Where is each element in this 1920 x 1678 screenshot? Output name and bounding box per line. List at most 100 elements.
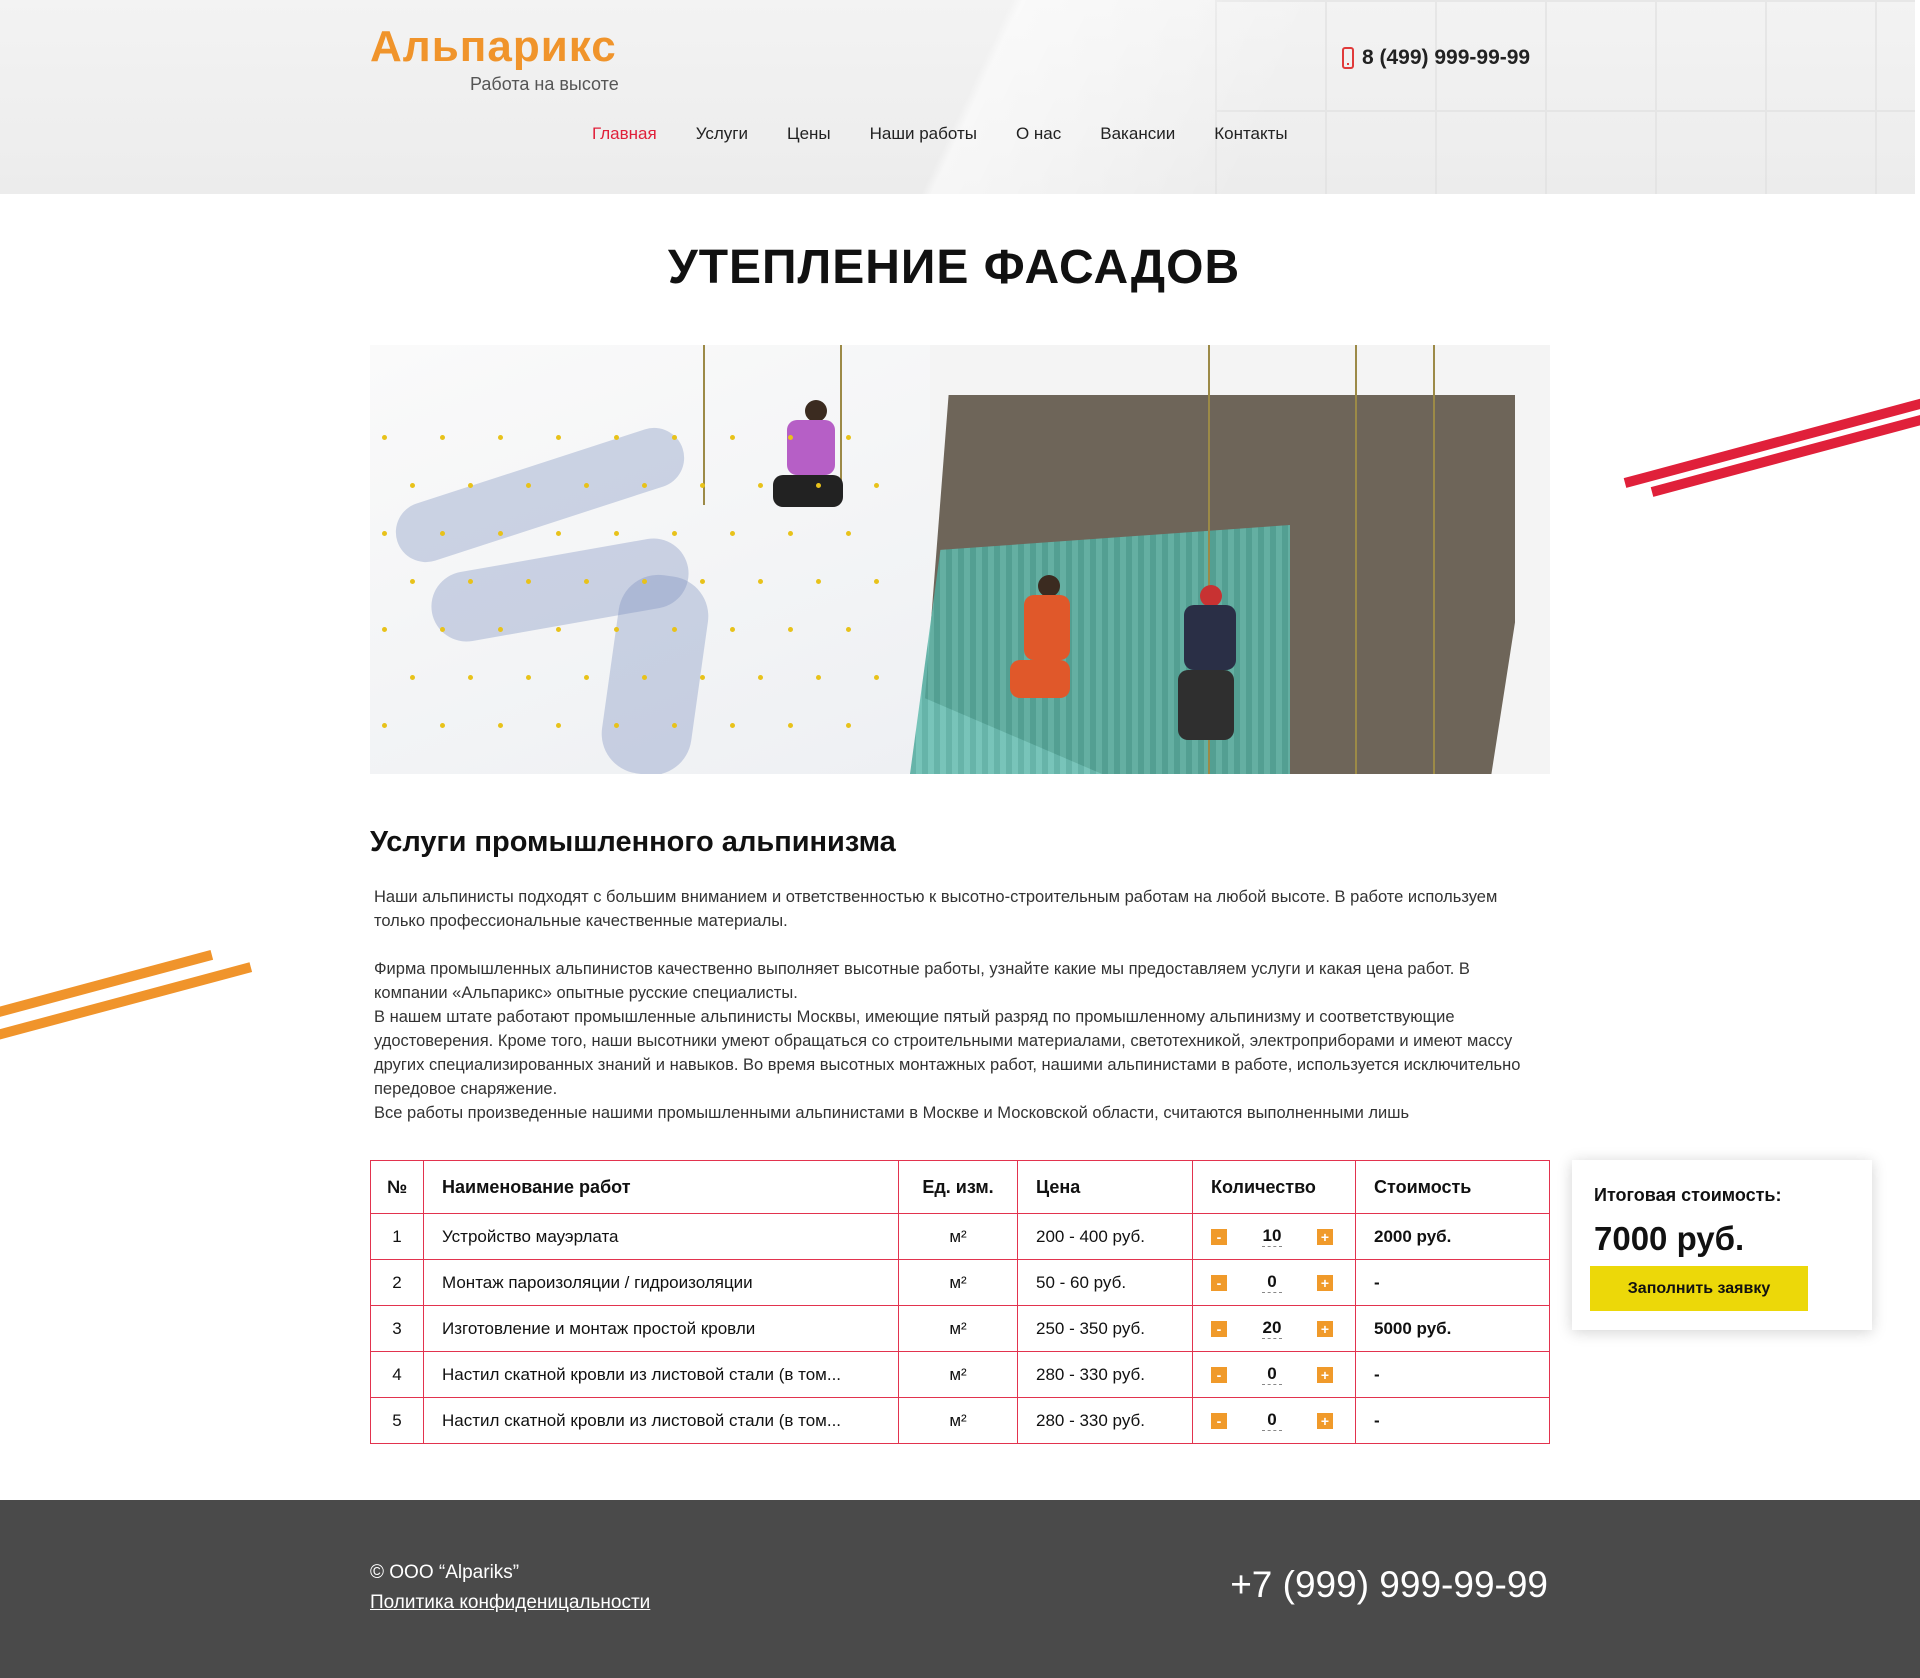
dowel-dot xyxy=(788,435,793,440)
dowel-dot xyxy=(614,627,619,632)
row-cost: - xyxy=(1355,1397,1550,1444)
increment-button[interactable]: + xyxy=(1317,1412,1333,1429)
quantity-value[interactable]: 0 xyxy=(1262,1410,1282,1431)
decrement-button[interactable]: - xyxy=(1211,1274,1227,1291)
logo-tagline: Работа на высоте xyxy=(470,74,619,94)
hero-worker-head xyxy=(1038,575,1060,597)
row-price: 280 - 330 руб. xyxy=(1017,1397,1193,1444)
footer-phone[interactable]: +7 (999) 999-99-99 xyxy=(1230,1564,1548,1606)
row-number: 2 xyxy=(370,1259,424,1306)
column-header-number: № xyxy=(370,1160,424,1214)
dowel-dot xyxy=(526,579,531,584)
hero-worker-body xyxy=(787,420,835,475)
dowel-dot xyxy=(410,579,415,584)
row-work-name: Настил скатной кровли из листовой стали … xyxy=(423,1397,899,1444)
dowel-dot xyxy=(672,435,677,440)
dowel-dot xyxy=(700,675,705,680)
row-quantity-cell: - 0 + xyxy=(1192,1351,1356,1398)
dowel-dot xyxy=(816,579,821,584)
decorative-stripe-red xyxy=(1623,395,1920,488)
dowel-dot xyxy=(498,627,503,632)
row-number: 4 xyxy=(370,1351,424,1398)
row-quantity-cell: - 0 + xyxy=(1192,1259,1356,1306)
site-footer: © ООО “Alpariks” Политика конфиденицальн… xyxy=(0,1500,1920,1678)
header-background-highlight xyxy=(620,0,1520,194)
dowel-dot xyxy=(614,723,619,728)
dowel-dot xyxy=(556,531,561,536)
hero-worker-legs xyxy=(773,475,843,507)
dowel-dot xyxy=(874,675,879,680)
logo[interactable]: Альпарикс Работа на высоте xyxy=(370,22,619,94)
column-header-price: Цена xyxy=(1017,1160,1193,1214)
main-nav: Главная Услуги Цены Наши работы О нас Ва… xyxy=(592,124,1327,144)
nav-item-vacancies[interactable]: Вакансии xyxy=(1100,124,1175,144)
dowel-dot xyxy=(874,483,879,488)
increment-button[interactable]: + xyxy=(1317,1274,1333,1291)
hero-worker-legs xyxy=(1010,660,1070,698)
dowel-dot xyxy=(672,627,677,632)
dowel-dot xyxy=(816,675,821,680)
row-price: 200 - 400 руб. xyxy=(1017,1213,1193,1260)
decrement-button[interactable]: - xyxy=(1211,1228,1227,1245)
dowel-dot xyxy=(642,483,647,488)
logo-name: Альпарикс xyxy=(370,22,617,71)
nav-item-works[interactable]: Наши работы xyxy=(870,124,977,144)
dowel-dot xyxy=(700,579,705,584)
dowel-dot xyxy=(498,531,503,536)
quantity-value[interactable]: 0 xyxy=(1262,1272,1282,1293)
dowel-dot xyxy=(788,723,793,728)
row-work-name: Изготовление и монтаж простой кровли xyxy=(423,1305,899,1352)
privacy-policy-link[interactable]: Политика конфиденицальности xyxy=(370,1592,650,1614)
dowel-dot xyxy=(440,435,445,440)
table-row: 3 Изготовление и монтаж простой кровли м… xyxy=(370,1305,1550,1352)
header-phone-number: 8 (499) 999-99-99 xyxy=(1362,46,1531,69)
nav-item-prices[interactable]: Цены xyxy=(787,124,831,144)
decrement-button[interactable]: - xyxy=(1211,1412,1227,1429)
submit-request-button[interactable]: Заполнить заявку xyxy=(1590,1266,1808,1311)
table-header-row: № Наименование работ Ед. изм. Цена Колич… xyxy=(370,1160,1550,1214)
hero-worker-body xyxy=(1184,605,1236,670)
dowel-dot xyxy=(440,627,445,632)
nav-item-services[interactable]: Услуги xyxy=(696,124,748,144)
quantity-stepper: - 0 + xyxy=(1211,1364,1333,1385)
column-header-quantity: Количество xyxy=(1192,1160,1356,1214)
nav-item-contacts[interactable]: Контакты xyxy=(1214,124,1287,144)
header-phone[interactable]: 8 (499) 999-99-99 xyxy=(1342,46,1530,70)
dowel-dot xyxy=(758,579,763,584)
nav-item-about[interactable]: О нас xyxy=(1016,124,1061,144)
hero-worker-head xyxy=(805,400,827,422)
dowel-dot xyxy=(584,483,589,488)
table-row: 4 Настил скатной кровли из листовой стал… xyxy=(370,1351,1550,1398)
dowel-dot xyxy=(410,675,415,680)
dowel-dot xyxy=(642,579,647,584)
increment-button[interactable]: + xyxy=(1317,1228,1333,1245)
decrement-button[interactable]: - xyxy=(1211,1320,1227,1337)
row-price: 250 - 350 руб. xyxy=(1017,1305,1193,1352)
page-title: УТЕПЛЕНИЕ ФАСАДОВ xyxy=(667,241,1241,294)
table-row: 5 Настил скатной кровли из листовой стал… xyxy=(370,1397,1550,1444)
dowel-dot xyxy=(700,483,705,488)
increment-button[interactable]: + xyxy=(1317,1366,1333,1383)
decrement-button[interactable]: - xyxy=(1211,1366,1227,1383)
increment-button[interactable]: + xyxy=(1317,1320,1333,1337)
dowel-dot xyxy=(614,531,619,536)
quantity-value[interactable]: 10 xyxy=(1262,1226,1282,1247)
row-work-name: Устройство мауэрлата xyxy=(423,1213,899,1260)
dowel-dot xyxy=(498,435,503,440)
dowel-dot xyxy=(730,531,735,536)
row-price: 280 - 330 руб. xyxy=(1017,1351,1193,1398)
hero-rope xyxy=(1355,345,1357,774)
dowel-dot xyxy=(382,435,387,440)
total-cost-value: 7000 руб. xyxy=(1594,1220,1745,1257)
quantity-stepper: - 0 + xyxy=(1211,1272,1333,1293)
nav-item-home[interactable]: Главная xyxy=(592,124,657,144)
quantity-value[interactable]: 0 xyxy=(1262,1364,1282,1385)
copyright: © ООО “Alpariks” xyxy=(370,1562,520,1583)
row-cost: - xyxy=(1355,1259,1550,1306)
quantity-value[interactable]: 20 xyxy=(1262,1318,1282,1339)
dowel-dot xyxy=(846,531,851,536)
dowel-dot xyxy=(468,579,473,584)
hero-rope xyxy=(1433,345,1435,774)
hero-image xyxy=(370,345,1550,774)
